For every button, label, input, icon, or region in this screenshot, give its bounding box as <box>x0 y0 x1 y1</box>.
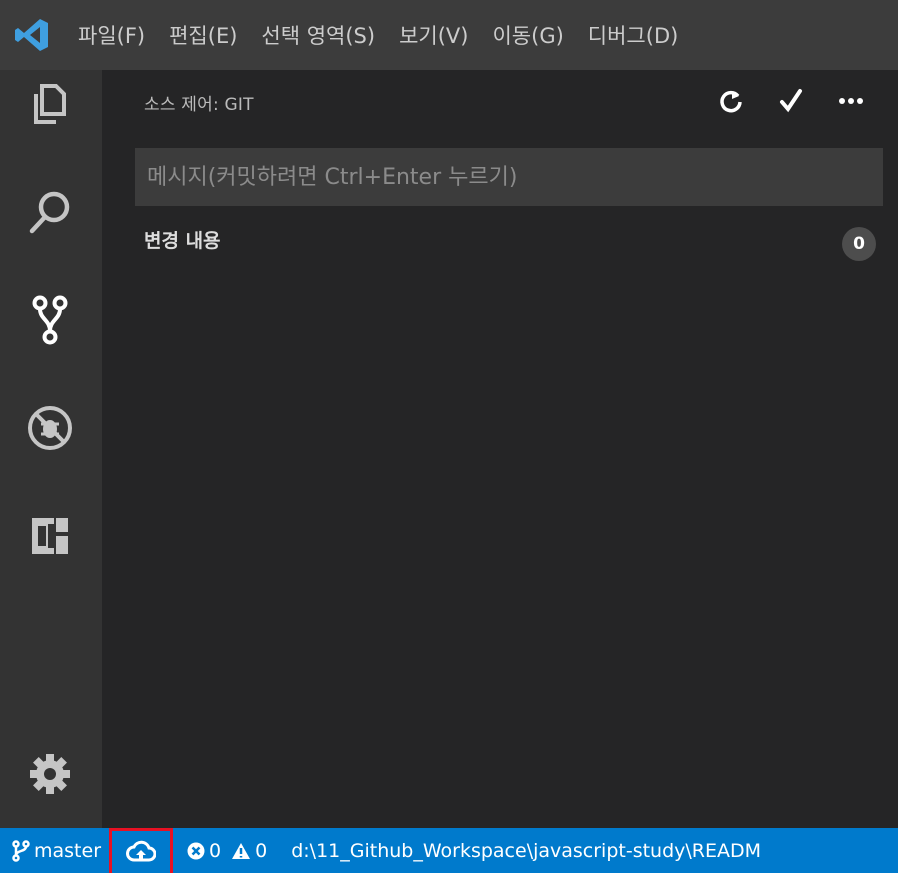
menu-debug[interactable]: 디버그(D) <box>588 20 679 50</box>
changes-count-badge: 0 <box>842 227 876 261</box>
error-icon <box>187 842 205 859</box>
refresh-icon[interactable] <box>714 84 748 118</box>
panel-title: 소스 제어: GIT <box>144 95 254 115</box>
menu-selection[interactable]: 선택 영역(S) <box>261 20 375 50</box>
debug-icon[interactable] <box>22 400 78 456</box>
vscode-logo-icon <box>12 15 52 55</box>
menu-bar: 파일(F) 편집(E) 선택 영역(S) 보기(V) 이동(G) 디버그(D) <box>0 0 898 70</box>
source-control-panel: 소스 제어: GIT 변경 내용 0 <box>102 70 898 828</box>
search-icon[interactable] <box>22 184 78 240</box>
menu-file[interactable]: 파일(F) <box>78 20 145 50</box>
menu-edit[interactable]: 편집(E) <box>169 20 237 50</box>
panel-actions <box>688 84 868 118</box>
menu-go[interactable]: 이동(G) <box>492 20 563 50</box>
explorer-icon[interactable] <box>22 76 78 132</box>
error-count: 0 <box>209 839 222 862</box>
file-path[interactable]: d:\11_Github_Workspace\javascript-study\… <box>291 840 761 862</box>
warning-icon <box>232 842 251 859</box>
menu-view[interactable]: 보기(V) <box>399 20 468 50</box>
status-bar: master 0 0 d:\11_Github_Workspace\javasc… <box>0 828 898 873</box>
changes-section-header[interactable]: 변경 내용 <box>144 226 221 253</box>
gear-icon[interactable] <box>22 746 78 802</box>
warning-count: 0 <box>255 839 268 862</box>
publish-changes-button[interactable] <box>109 828 174 873</box>
commit-check-icon[interactable] <box>774 84 808 118</box>
branch-name: master <box>34 839 102 862</box>
more-icon[interactable] <box>834 84 868 118</box>
extensions-icon[interactable] <box>22 508 78 564</box>
source-control-icon[interactable] <box>22 292 78 348</box>
activity-bar <box>0 70 102 828</box>
cloud-upload-icon <box>126 840 157 861</box>
commit-message-input[interactable] <box>135 148 883 206</box>
branch-icon <box>12 839 30 862</box>
branch-indicator[interactable]: master <box>12 840 101 862</box>
problems-indicator[interactable]: 0 0 <box>187 840 277 862</box>
